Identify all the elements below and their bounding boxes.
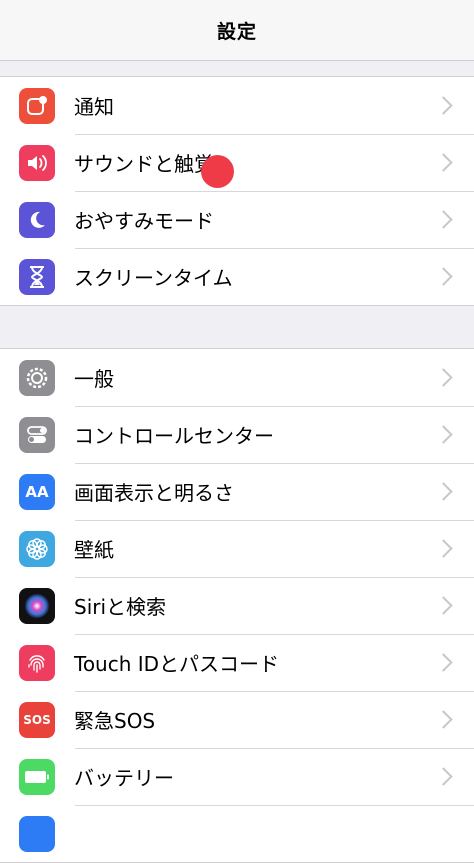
toggles-icon <box>19 416 55 453</box>
touch-indicator <box>201 155 234 188</box>
sos-icon: SOS <box>19 701 55 738</box>
text-size-icon: AA <box>19 473 55 510</box>
settings-item-label: バッテリー <box>74 766 174 790</box>
navigation-bar: 設定 <box>0 0 474 61</box>
battery-icon <box>19 758 55 795</box>
settings-group-1: 通知 サウンドと触覚 おやすみモード スクリーンタイム <box>0 76 474 306</box>
settings-item-touch-id[interactable]: Touch IDとパスコード <box>0 634 474 691</box>
moon-icon <box>19 201 55 238</box>
settings-item-notifications[interactable]: 通知 <box>0 77 474 134</box>
settings-item-control-center[interactable]: コントロールセンター <box>0 406 474 463</box>
notification-icon <box>19 87 55 124</box>
settings-item-siri[interactable]: Siriと検索 <box>0 577 474 634</box>
page-title: 設定 <box>216 20 257 43</box>
settings-item-emergency-sos[interactable]: SOS 緊急SOS <box>0 691 474 748</box>
settings-item-label: コントロールセンター <box>74 424 274 448</box>
settings-item-wallpaper[interactable]: 壁紙 <box>0 520 474 577</box>
chevron-right-icon <box>434 653 453 672</box>
flower-icon <box>19 530 55 567</box>
chevron-right-icon <box>434 710 453 729</box>
settings-item-label: おやすみモード <box>74 209 214 233</box>
settings-item-label: サウンドと触覚 <box>74 152 214 176</box>
chevron-right-icon <box>434 368 453 387</box>
chevron-right-icon <box>434 210 453 229</box>
chevron-right-icon <box>434 425 453 444</box>
icon-text: AA <box>25 482 49 501</box>
chevron-right-icon <box>434 267 453 286</box>
settings-item-label: 一般 <box>74 367 114 391</box>
chevron-right-icon <box>434 767 453 786</box>
chevron-right-icon <box>434 482 453 501</box>
settings-item-label: Touch IDとパスコード <box>74 652 280 676</box>
chevron-right-icon <box>434 96 453 115</box>
icon-text: SOS <box>23 712 51 727</box>
fingerprint-icon <box>19 644 55 681</box>
settings-item-label: Siriと検索 <box>74 595 167 619</box>
settings-item-label: スクリーンタイム <box>74 266 233 290</box>
settings-item-battery[interactable]: バッテリー <box>0 748 474 805</box>
chevron-right-icon <box>434 539 453 558</box>
hourglass-icon <box>19 258 55 295</box>
settings-item-label: 画面表示と明るさ <box>74 481 234 505</box>
settings-item-screen-time[interactable]: スクリーンタイム <box>0 248 474 305</box>
settings-item-partial[interactable] <box>0 805 474 862</box>
settings-item-do-not-disturb[interactable]: おやすみモード <box>0 191 474 248</box>
settings-item-general[interactable]: 一般 <box>0 349 474 406</box>
settings-group-2: 一般 コントロールセンター AA 画面表示と明るさ 壁紙 Siriと検索 Tou… <box>0 348 474 863</box>
speaker-icon <box>19 144 55 181</box>
chevron-right-icon <box>434 153 453 172</box>
settings-item-sounds[interactable]: サウンドと触覚 <box>0 134 474 191</box>
settings-item-label: 通知 <box>74 95 114 119</box>
chevron-right-icon <box>434 596 453 615</box>
gear-icon <box>19 359 55 396</box>
settings-item-label: 壁紙 <box>74 538 114 562</box>
settings-item-display[interactable]: AA 画面表示と明るさ <box>0 463 474 520</box>
siri-icon <box>19 587 55 624</box>
settings-item-label: 緊急SOS <box>74 709 156 733</box>
